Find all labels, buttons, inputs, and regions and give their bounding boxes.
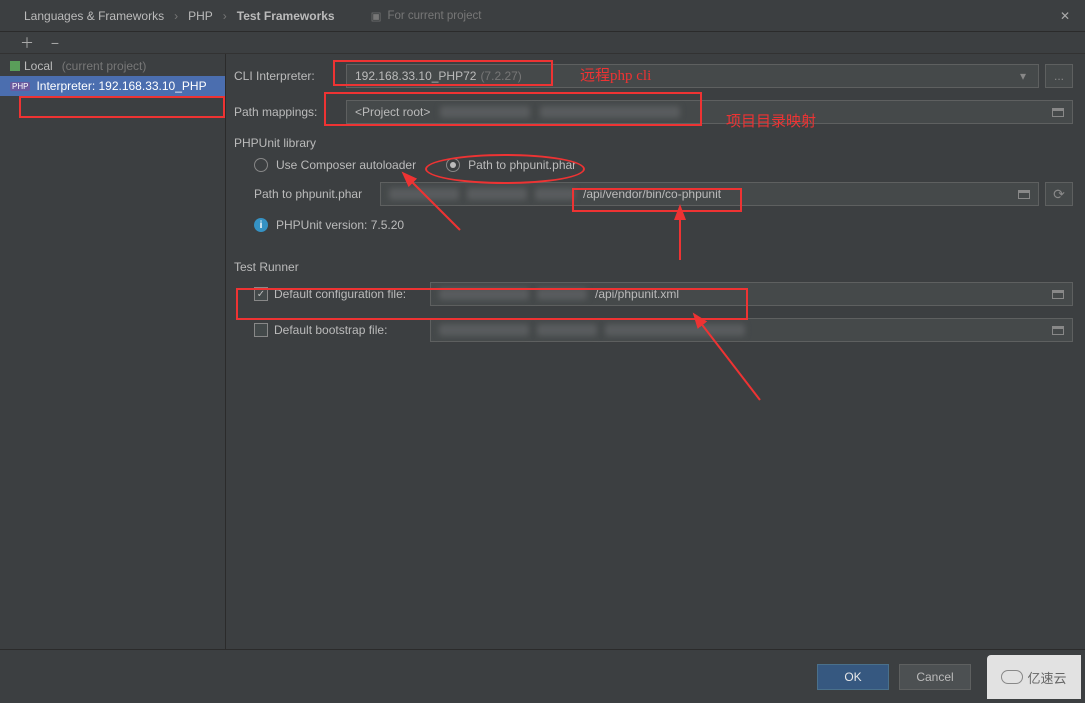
radio-icon bbox=[254, 158, 268, 172]
phpunit-version-label: PHPUnit version: 7.5.20 bbox=[276, 218, 404, 232]
cli-interpreter-more-button[interactable]: ... bbox=[1045, 64, 1073, 88]
sidebar-item-local[interactable]: Local (current project) bbox=[0, 56, 225, 76]
default-bootstrap-field[interactable] bbox=[430, 318, 1073, 342]
default-config-value: /api/phpunit.xml bbox=[595, 287, 679, 301]
chevron-right-icon: › bbox=[174, 9, 178, 23]
ellipsis-icon: ... bbox=[1054, 69, 1064, 83]
cli-interpreter-dropdown[interactable]: 192.168.33.10_PHP72 (7.2.27) ▾ bbox=[346, 64, 1039, 88]
sidebar-item-interpreter[interactable]: PHP Interpreter: 192.168.33.10_PHP bbox=[0, 76, 225, 96]
obscured-text bbox=[389, 188, 459, 200]
crumb-level2[interactable]: PHP bbox=[188, 9, 213, 23]
folder-icon bbox=[1052, 108, 1064, 117]
folder-icon bbox=[1018, 190, 1030, 199]
dialog-footer: OK Cancel bbox=[0, 649, 1085, 703]
chevron-right-icon: › bbox=[223, 9, 227, 23]
local-icon bbox=[10, 61, 20, 71]
refresh-button[interactable] bbox=[1045, 182, 1073, 206]
default-bootstrap-checkbox[interactable] bbox=[254, 323, 268, 337]
sidebar-interpreter-label: Interpreter: 192.168.33.10_PHP bbox=[36, 79, 206, 93]
project-scope-icon: ▣ bbox=[371, 9, 382, 23]
path-to-phar-field[interactable]: /api/vendor/bin/co-phpunit bbox=[380, 182, 1039, 206]
path-mappings-label: Path mappings: bbox=[234, 105, 340, 119]
obscured-text bbox=[605, 324, 745, 336]
watermark-text: 亿速云 bbox=[1027, 668, 1066, 687]
radio-use-composer[interactable]: Use Composer autoloader bbox=[254, 158, 416, 172]
cloud-icon bbox=[1001, 670, 1023, 684]
path-to-phar-value: /api/vendor/bin/co-phpunit bbox=[583, 187, 721, 201]
obscured-text bbox=[467, 188, 527, 200]
obscured-text bbox=[537, 288, 587, 300]
cli-interpreter-value: 192.168.33.10_PHP72 bbox=[355, 69, 476, 83]
obscured-text bbox=[440, 106, 530, 118]
crumb-level1[interactable]: Languages & Frameworks bbox=[24, 9, 164, 23]
sidebar-local-label: Local bbox=[24, 59, 53, 73]
cli-interpreter-version: (7.2.27) bbox=[480, 69, 521, 83]
obscured-text bbox=[439, 288, 529, 300]
obscured-text bbox=[537, 324, 597, 336]
cancel-button[interactable]: Cancel bbox=[899, 664, 971, 690]
frameworks-sidebar: Local (current project) PHP Interpreter:… bbox=[0, 54, 226, 649]
cli-interpreter-label: CLI Interpreter: bbox=[234, 69, 340, 83]
folder-icon bbox=[1052, 290, 1064, 299]
project-scope-text: For current project bbox=[387, 10, 481, 22]
php-icon: PHP bbox=[10, 82, 30, 91]
radio-selected-icon bbox=[446, 158, 460, 172]
cancel-label: Cancel bbox=[916, 670, 953, 684]
settings-header: Languages & Frameworks › PHP › Test Fram… bbox=[0, 0, 1085, 32]
default-config-field[interactable]: /api/phpunit.xml bbox=[430, 282, 1073, 306]
path-to-phar-label: Path to phpunit.phar bbox=[254, 187, 374, 201]
obscured-text bbox=[535, 188, 575, 200]
default-bootstrap-label: Default bootstrap file: bbox=[274, 323, 424, 337]
test-runner-section: Test Runner bbox=[234, 260, 1073, 274]
crumb-level3: Test Frameworks bbox=[237, 9, 335, 23]
phpunit-library-section: PHPUnit library bbox=[234, 136, 1073, 150]
radio-composer-label: Use Composer autoloader bbox=[276, 158, 416, 172]
sidebar-local-sub: (current project) bbox=[62, 59, 147, 73]
path-mappings-field[interactable]: <Project root> bbox=[346, 100, 1073, 124]
add-button[interactable]: ＋ bbox=[20, 33, 34, 53]
ok-button[interactable]: OK bbox=[817, 664, 889, 690]
folder-icon bbox=[1052, 326, 1064, 335]
radio-phar-label: Path to phpunit.phar bbox=[468, 158, 576, 172]
sidebar-toolbar: ＋ − bbox=[0, 32, 1085, 54]
close-button[interactable]: ✕ bbox=[1053, 4, 1077, 28]
remove-button[interactable]: − bbox=[48, 35, 62, 51]
breadcrumb: Languages & Frameworks › PHP › Test Fram… bbox=[24, 9, 335, 23]
default-config-checkbox[interactable] bbox=[254, 287, 268, 301]
radio-path-to-phar[interactable]: Path to phpunit.phar bbox=[446, 158, 576, 172]
watermark: 亿速云 bbox=[987, 655, 1081, 699]
obscured-text bbox=[540, 106, 680, 118]
project-scope-label: ▣ For current project bbox=[371, 9, 482, 23]
obscured-text bbox=[439, 324, 529, 336]
path-mappings-value: <Project root> bbox=[355, 105, 430, 119]
ok-label: OK bbox=[844, 670, 861, 684]
default-config-label: Default configuration file: bbox=[274, 287, 424, 301]
chevron-down-icon: ▾ bbox=[1016, 69, 1030, 83]
info-icon: i bbox=[254, 218, 268, 232]
